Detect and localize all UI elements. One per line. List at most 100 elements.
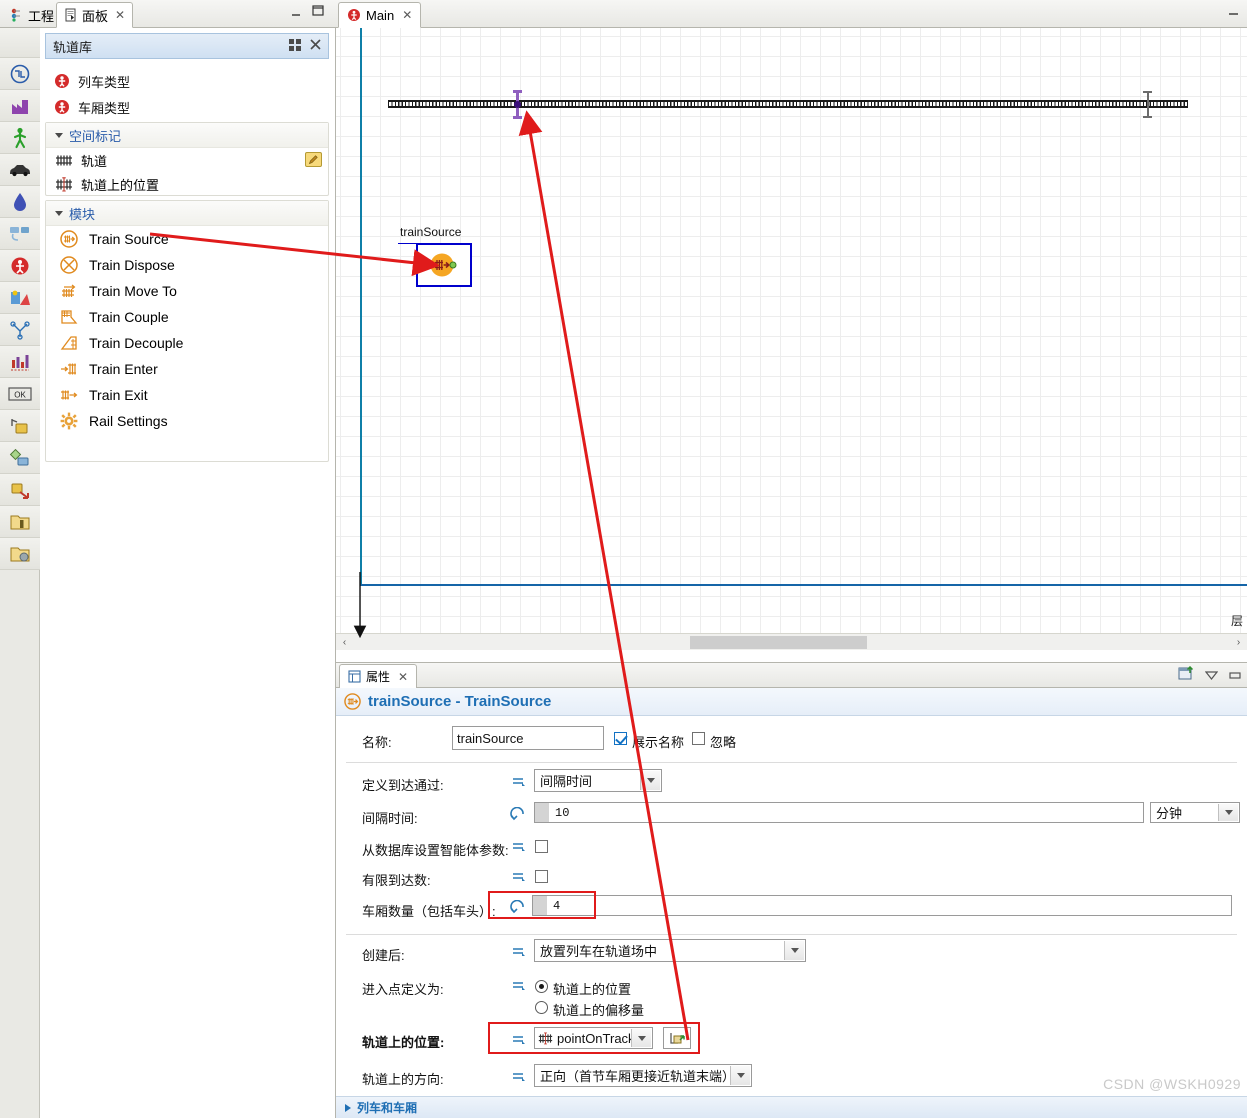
arrivals-defined-by-select[interactable]: 间隔时间 [534, 769, 662, 792]
rail-pedestrian-icon[interactable] [0, 122, 40, 154]
entry-point-radio-offset[interactable] [535, 1001, 548, 1014]
dynamic-value-icon[interactable] [512, 870, 527, 884]
canvas-layer-label[interactable]: 层 [1231, 612, 1243, 629]
bar-chart-icon [11, 354, 29, 370]
palette-item-car-type[interactable]: 车厢类型 [45, 94, 329, 120]
canvas-horizontal-scrollbar[interactable]: ‹ › [336, 633, 1247, 650]
tab-main-close-icon[interactable]: ✕ [402, 8, 412, 22]
palette-item-label: Train Move To [89, 283, 177, 299]
properties-title-text: trainSource - TrainSource [368, 693, 552, 710]
chevron-down-icon[interactable] [784, 941, 804, 960]
tab-properties-label: 属性 [366, 670, 391, 684]
point-on-track-icon [56, 176, 72, 192]
interval-input[interactable]: 10 [534, 802, 1144, 823]
main-agent-icon [348, 9, 360, 21]
palette-item-point-on-track[interactable]: 轨道上的位置 [46, 172, 328, 196]
palette-item-train-move-to[interactable]: Train Move To [46, 278, 328, 304]
rail-folder-globe-icon[interactable] [0, 538, 40, 570]
name-input[interactable]: trainSource [452, 726, 604, 750]
palette-item-track[interactable]: 轨道 [46, 148, 328, 172]
edit-pencil-icon[interactable] [305, 152, 322, 167]
train-decouple-icon [60, 336, 77, 350]
palette-item-train-dispose[interactable]: Train Dispose [46, 252, 328, 278]
cars-count-input[interactable]: 4 [532, 895, 1232, 916]
section-label: 列车和车厢 [357, 1101, 418, 1115]
db-params-checkbox[interactable] [535, 840, 548, 853]
train-exit-icon [61, 390, 78, 400]
dynamic-value-icon[interactable] [512, 775, 527, 789]
rail-network-icon[interactable] [0, 314, 40, 346]
close-icon[interactable] [310, 39, 321, 53]
palette-group-header[interactable]: 空间标记 [46, 123, 328, 148]
tab-properties-close-icon[interactable]: ✕ [398, 670, 408, 684]
palette-item-train-couple[interactable]: Train Couple [46, 304, 328, 330]
rail-analysis-icon[interactable] [0, 346, 40, 378]
limited-arrivals-checkbox[interactable] [535, 870, 548, 883]
main-canvas[interactable]: trainSource 层 [336, 28, 1247, 633]
entry-point-radio-position[interactable] [535, 980, 548, 993]
rail-fluid-icon[interactable] [0, 90, 40, 122]
rail-material-handling-icon[interactable] [0, 218, 40, 250]
rail-gis-icon[interactable] [0, 282, 40, 314]
palette-group-header[interactable]: 模块 [46, 201, 328, 226]
tab-project[interactable]: 工程 [2, 2, 62, 28]
rail-track-shape[interactable] [388, 100, 1188, 108]
cars-count-label: 车厢数量（包括车头）: [362, 904, 496, 919]
tab-palette[interactable]: 面板 ✕ [56, 2, 134, 28]
grid-view-icon[interactable] [289, 38, 301, 54]
water-drop-icon [14, 192, 26, 211]
palette-item-train-source[interactable]: Train Source [46, 226, 328, 252]
dynamic-expression-icon[interactable] [510, 806, 527, 822]
agent-type-icon [55, 100, 69, 114]
point-on-track-marker[interactable] [513, 90, 522, 119]
palette-item-rail-settings[interactable]: Rail Settings [46, 408, 328, 434]
dynamic-value-icon[interactable] [512, 1070, 527, 1084]
rail-space-markup-icon[interactable] [0, 442, 40, 474]
rail-folder-icon[interactable] [0, 506, 40, 538]
chevron-down-icon[interactable] [1218, 804, 1238, 821]
rail-presentation-icon[interactable] [0, 410, 40, 442]
chevron-down-icon[interactable] [640, 771, 660, 790]
chevron-right-icon [345, 1103, 351, 1112]
tab-properties[interactable]: 属性 ✕ [339, 664, 418, 689]
palette-item-train-exit[interactable]: Train Exit [46, 382, 328, 408]
palette-item-train-type[interactable]: 列车类型 [45, 68, 329, 94]
palette-item-train-decouple[interactable]: Train Decouple [46, 330, 328, 356]
section-trains-and-cars[interactable]: 列车和车厢 [336, 1096, 1247, 1118]
rail-process-modeling-icon[interactable] [0, 58, 40, 90]
entry-point-label: 进入点定义为: [362, 982, 444, 997]
point-on-track-label: 轨道上的位置: [362, 1035, 445, 1050]
chevron-down-icon[interactable] [730, 1066, 750, 1085]
rail-road-traffic-icon[interactable] [0, 154, 40, 186]
new-window-icon[interactable] [1178, 665, 1194, 685]
dynamic-value-icon[interactable] [512, 945, 527, 959]
tab-main[interactable]: Main ✕ [338, 2, 422, 28]
train-source-icon [344, 693, 361, 710]
rail-fluid-drop-icon[interactable] [0, 186, 40, 218]
canvas-block-train-source[interactable] [416, 243, 472, 287]
scrollbar-thumb[interactable] [690, 635, 867, 649]
editor-minimize-button[interactable] [1228, 5, 1240, 15]
maximize-button[interactable] [312, 5, 324, 16]
dynamic-value-icon[interactable] [512, 979, 527, 993]
scrollbar-track[interactable] [353, 634, 1230, 651]
palette-item-train-enter[interactable]: Train Enter [46, 356, 328, 382]
scroll-left-arrow-icon[interactable]: ‹ [336, 637, 353, 648]
palette-group-title: 模块 [69, 206, 96, 222]
ignore-checkbox[interactable] [692, 732, 705, 745]
dynamic-value-icon[interactable] [512, 840, 527, 854]
minimize-button[interactable] [291, 6, 302, 16]
tab-palette-close-icon[interactable]: ✕ [115, 8, 125, 22]
rail-blank-tool[interactable] [0, 28, 40, 58]
interval-unit-select[interactable]: 分钟 [1150, 802, 1240, 823]
minimize-icon[interactable] [1229, 669, 1241, 683]
rail-connectivity-icon[interactable] [0, 474, 40, 506]
direction-select[interactable]: 正向（首节车厢更接近轨道末端） [534, 1064, 752, 1087]
rail-controls-icon[interactable]: OK [0, 378, 40, 410]
after-create-select[interactable]: 放置列车在轨道场中 [534, 939, 806, 962]
svg-text:OK: OK [14, 390, 26, 399]
scroll-right-arrow-icon[interactable]: › [1230, 637, 1247, 648]
rail-agent-icon[interactable] [0, 250, 40, 282]
show-name-checkbox[interactable] [614, 732, 627, 745]
view-menu-icon[interactable] [1204, 669, 1219, 683]
